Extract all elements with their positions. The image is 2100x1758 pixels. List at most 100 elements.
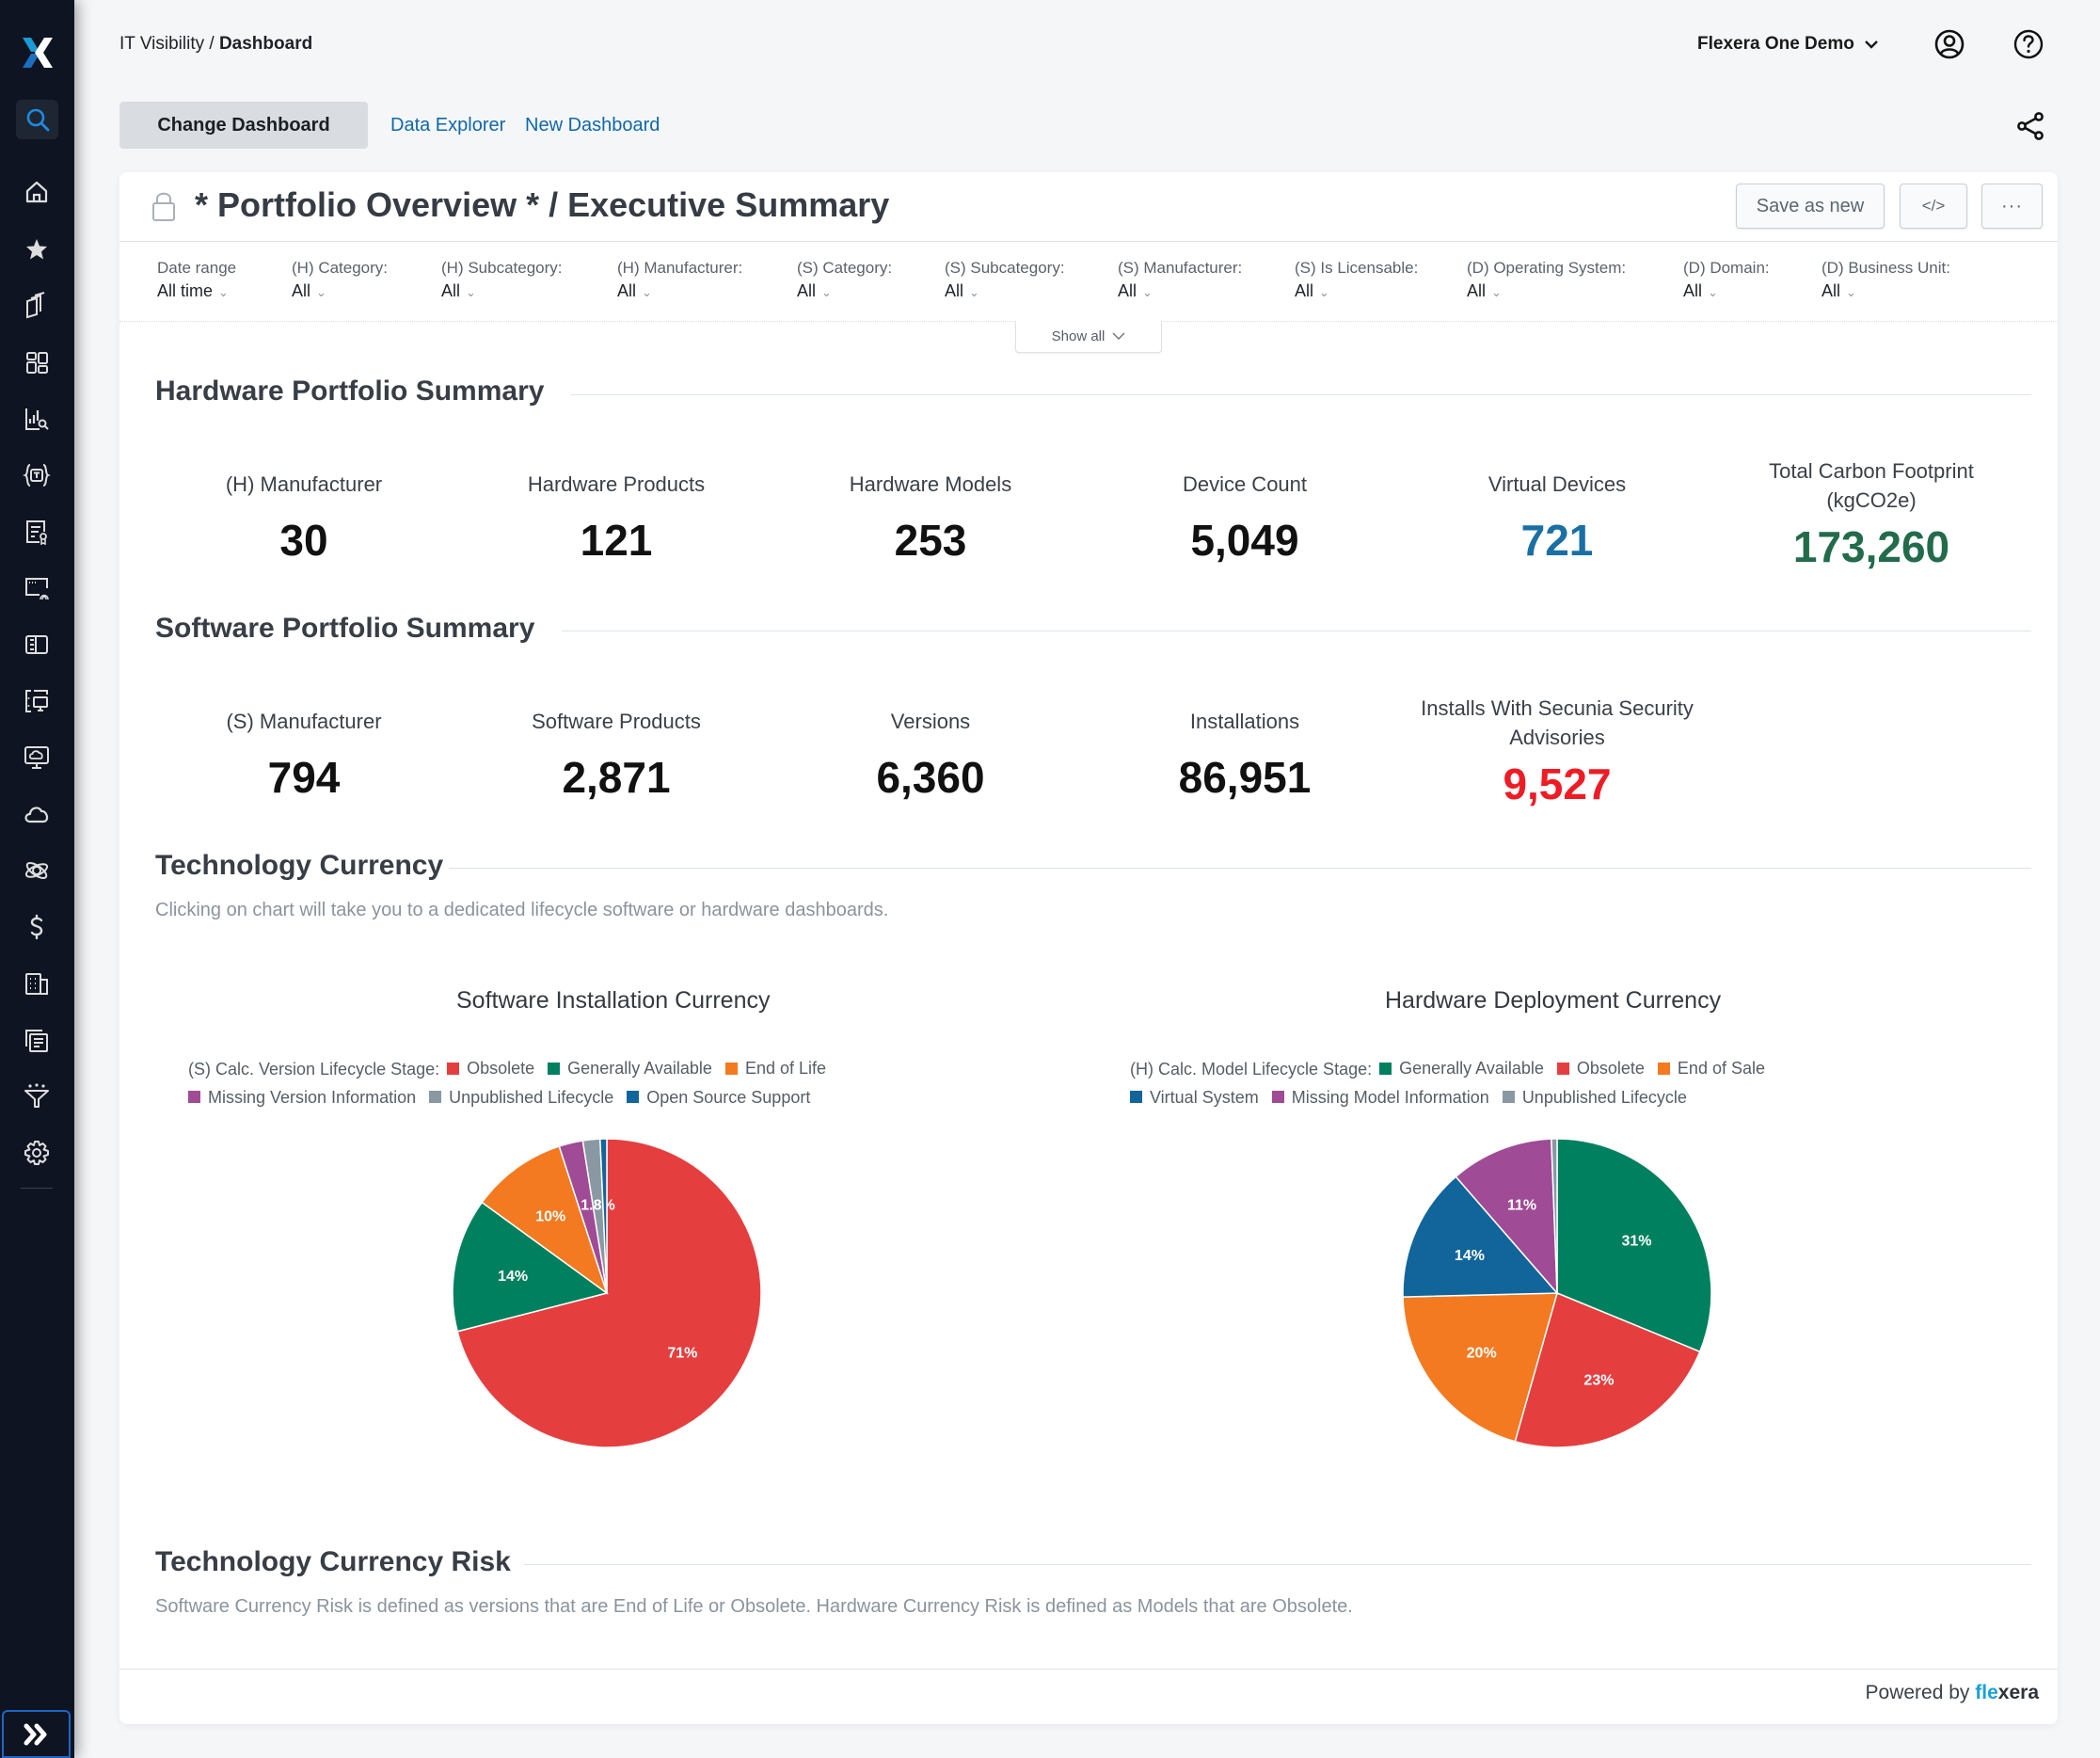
kpi-tile[interactable]: Hardware Models 253: [789, 470, 1072, 567]
legend-label: Obsolete: [1576, 1059, 1645, 1078]
filter-value: All ⌄: [945, 281, 979, 300]
kpi-label: Versions: [890, 710, 971, 733]
pie-data-label: 1.8%: [581, 1197, 614, 1213]
software-chart-title: Software Installation Currency: [456, 987, 771, 1014]
sidebar-item-reports[interactable]: [16, 1019, 57, 1061]
filter-dropdown[interactable]: Date range All time ⌄: [157, 259, 236, 301]
change-dashboard-button[interactable]: Change Dashboard: [119, 102, 368, 149]
sidebar-item-analytics[interactable]: [16, 398, 57, 440]
devices-icon: [25, 690, 48, 712]
footer-divider: [119, 1669, 2058, 1670]
legend-item[interactable]: Unpublished Lifecycle: [1502, 1083, 1687, 1111]
sidebar-item-cloud-desktops[interactable]: [16, 737, 57, 778]
legend-item[interactable]: Obsolete: [1556, 1054, 1645, 1082]
kpi-tile[interactable]: (H) Manufacturer 30: [163, 470, 445, 567]
chevron-down-icon: ⌄: [1319, 285, 1329, 299]
embed-code-button[interactable]: </>: [1900, 184, 1967, 229]
legend-item[interactable]: Obsolete: [447, 1054, 534, 1082]
powered-by-label: Powered by: [1865, 1682, 1970, 1703]
legend-item[interactable]: Open Source Support: [627, 1083, 810, 1111]
more-options-button[interactable]: ···: [1981, 184, 2043, 229]
breadcrumb: IT Visibility / Dashboard: [119, 34, 312, 55]
filter-dropdown[interactable]: (D) Operating System: All ⌄: [1467, 259, 1626, 301]
kpi-tile[interactable]: Software Products 2,871: [475, 707, 757, 804]
breadcrumb-parent[interactable]: IT Visibility: [119, 34, 204, 54]
org-switcher[interactable]: Flexera One Demo: [1697, 34, 1879, 55]
sidebar-item-cost[interactable]: [16, 906, 57, 948]
kpi-label: (H) Manufacturer: [225, 472, 383, 496]
sidebar-item-home[interactable]: [16, 171, 57, 213]
show-all-filters-button[interactable]: Show all: [1015, 321, 1162, 353]
legend-item[interactable]: Generally Available: [548, 1054, 712, 1082]
filter-dropdown[interactable]: (S) Category: All ⌄: [797, 259, 892, 301]
user-circle-icon[interactable]: [1933, 28, 1965, 60]
sidebar-item-settings[interactable]: [16, 1132, 57, 1174]
legend-item[interactable]: Generally Available: [1379, 1054, 1544, 1082]
new-dashboard-link[interactable]: New Dashboard: [525, 115, 660, 136]
expand-sidebar-button[interactable]: [2, 1710, 71, 1758]
kpi-value: 253: [894, 516, 967, 565]
data-explorer-link[interactable]: Data Explorer: [390, 115, 505, 136]
kpi-tile[interactable]: Device Count 5,049: [1104, 470, 1386, 567]
filter-dropdown[interactable]: (S) Manufacturer: All ⌄: [1118, 259, 1242, 301]
sidebar-item-inventory[interactable]: [16, 285, 57, 327]
breadcrumb-current: Dashboard: [218, 34, 313, 54]
kpi-tile[interactable]: (S) Manufacturer 794: [163, 707, 445, 804]
save-as-new-button[interactable]: Save as new: [1736, 184, 1885, 229]
legend-item[interactable]: Missing Version Information: [188, 1083, 416, 1111]
kpi-tile[interactable]: Installs With Secunia Security Advisorie…: [1416, 694, 1698, 810]
chevron-down-icon: ⌄: [1142, 285, 1153, 299]
filter-dropdown[interactable]: (D) Domain: All ⌄: [1683, 259, 1770, 301]
hardware-currency-pie-chart[interactable]: 31% 23% 20% 14% 11%: [1402, 1138, 1712, 1448]
legend-label: Unpublished Lifecycle: [449, 1087, 614, 1107]
legend-item[interactable]: Virtual System: [1130, 1083, 1259, 1111]
filter-dropdown[interactable]: (D) Business Unit: All ⌄: [1822, 259, 1950, 301]
kpi-tile[interactable]: Hardware Products 121: [475, 470, 757, 567]
legend-swatch: [1502, 1091, 1515, 1103]
sidebar-item-secure-apps[interactable]: [16, 567, 57, 609]
filter-dropdown[interactable]: (S) Subcategory: All ⌄: [945, 259, 1065, 301]
sidebar-item-dashboards[interactable]: [16, 342, 57, 383]
sidebar-item-technopedia[interactable]: [16, 455, 57, 496]
kpi-tile[interactable]: Installations 86,951: [1104, 707, 1386, 804]
sidebar-item-cloud[interactable]: [16, 793, 57, 835]
filter-label: Date range: [157, 259, 237, 277]
section-divider: [449, 868, 2031, 869]
filter-dropdown[interactable]: (H) Category: All ⌄: [292, 259, 388, 301]
sidebar-item-search[interactable]: [16, 100, 58, 139]
sidebar-item-organization[interactable]: [16, 963, 57, 1004]
software-currency-pie-chart[interactable]: 71% 14% 10% 1.8%: [452, 1138, 762, 1448]
filter-dropdown[interactable]: (S) Is Licensable: All ⌄: [1295, 259, 1418, 301]
legend-item[interactable]: Missing Model Information: [1271, 1083, 1489, 1111]
sidebar: [0, 0, 74, 1758]
filter-dropdown[interactable]: (H) Manufacturer: All ⌄: [617, 259, 742, 301]
sidebar-item-licenses[interactable]: [16, 511, 57, 552]
flexera-logo-icon[interactable]: [21, 36, 55, 70]
section-divider: [571, 394, 2031, 395]
kpi-tile[interactable]: Total Carbon Footprint (kgCO2e) 173,260: [1730, 456, 2012, 573]
legend-item[interactable]: End of Life: [724, 1054, 826, 1082]
org-name: Flexera One Demo: [1697, 34, 1854, 54]
pie-data-label: 31%: [1621, 1233, 1651, 1249]
filter-dropdown[interactable]: (H) Subcategory: All ⌄: [441, 259, 563, 301]
chevron-down-icon: ⌄: [466, 285, 476, 299]
kpi-tile[interactable]: Versions 6,360: [789, 707, 1072, 804]
share-icon[interactable]: [2015, 111, 2045, 141]
legend-item[interactable]: Unpublished Lifecycle: [429, 1083, 613, 1111]
sidebar-item-integrations[interactable]: [16, 850, 57, 891]
kpi-label: Software Products: [532, 710, 701, 733]
sidebar-item-data-processing[interactable]: [16, 1076, 57, 1117]
filter-bar: Date range All time ⌄ (H) Category: All ⌄ (H) …: [119, 242, 2058, 322]
sidebar-item-contracts[interactable]: [16, 624, 57, 665]
kpi-tile[interactable]: Virtual Devices 721: [1416, 470, 1698, 567]
kpi-value: 2,871: [562, 753, 671, 802]
legend-item[interactable]: End of Sale: [1657, 1054, 1765, 1082]
sidebar-item-favorites[interactable]: [16, 229, 57, 270]
help-circle-icon[interactable]: [2012, 28, 2044, 60]
legend-label: Virtual System: [1150, 1087, 1259, 1107]
sidebar-item-devices[interactable]: [16, 680, 57, 722]
legend-swatch: [1556, 1062, 1569, 1075]
kpi-label: Installs With Secunia Security Advisorie…: [1421, 696, 1694, 749]
kpi-value: 30: [279, 516, 328, 565]
filter-label: (H) Manufacturer:: [617, 259, 743, 277]
